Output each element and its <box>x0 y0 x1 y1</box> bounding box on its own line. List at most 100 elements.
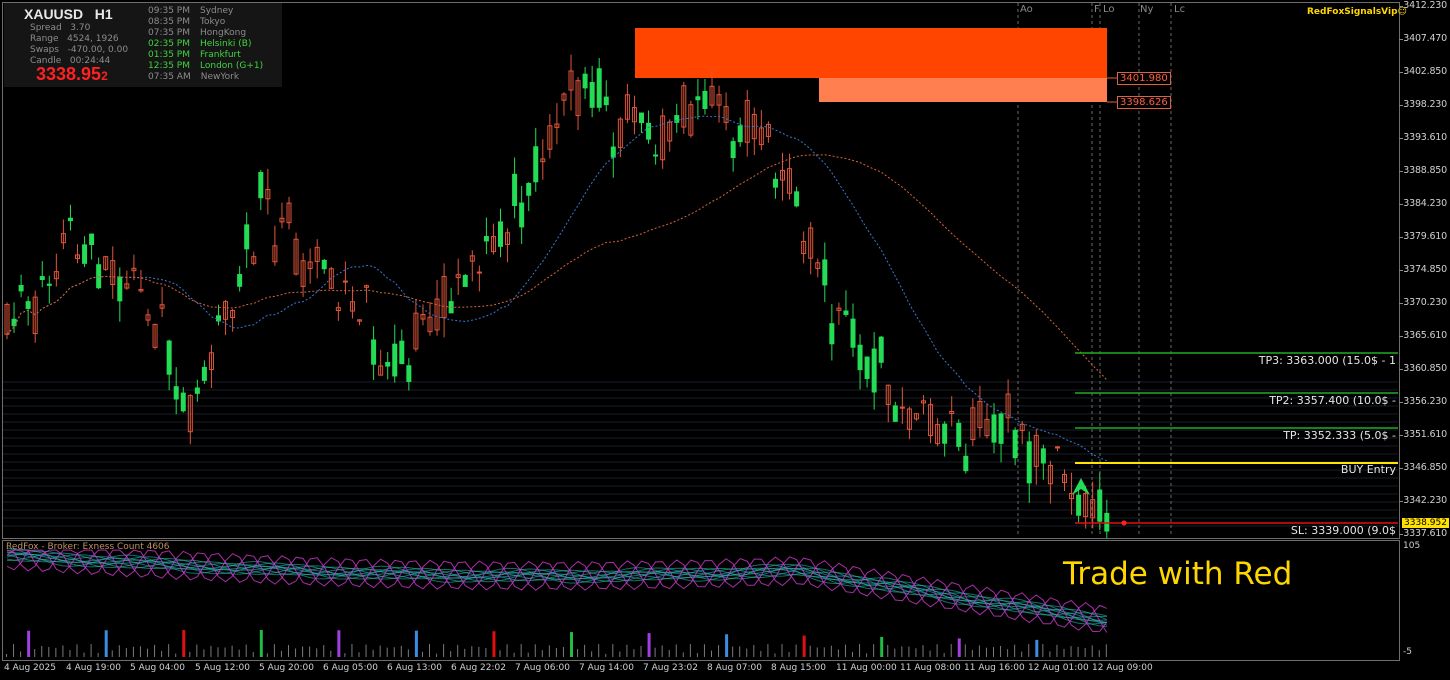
info-row-spread: Spread 3.70 <box>30 23 91 33</box>
time-tick-label: 8 Aug 07:00 <box>707 663 762 673</box>
session-row: 02:35 PM Helsinki (B) <box>148 39 251 49</box>
session-city: Tokyo <box>200 17 226 27</box>
brand-label: RedFoxSignalsVip☺ <box>1307 7 1407 17</box>
session-marker-lo: Lo <box>1103 4 1115 15</box>
indicator-axis-bottom: -5 <box>1403 647 1412 657</box>
session-city: NewYork <box>200 72 240 82</box>
price-tick-mark <box>1399 501 1403 502</box>
time-tick-label: 8 Aug 15:00 <box>771 663 826 673</box>
time-tick-label: 11 Aug 16:00 <box>964 663 1025 673</box>
symbol-title: XAUUSD H1 <box>24 6 113 22</box>
session-row: 07:35 AM NewYork <box>148 72 239 82</box>
session-row: 07:35 PM HongKong <box>148 28 246 38</box>
price-tick-label: 3370.230 <box>1403 297 1447 308</box>
indicator-axis-top: 105 <box>1403 541 1421 551</box>
session-row: 01:35 PM Frankfurt <box>148 50 241 60</box>
price-tick-label: 3351.610 <box>1403 429 1447 440</box>
price-tick-label: 3398.230 <box>1403 99 1447 110</box>
buy-entry-label: BUY Entry <box>1340 463 1396 476</box>
session-marker-f: F <box>1094 4 1100 15</box>
session-time: 09:35 PM <box>148 6 190 16</box>
price-tick-label: 3374.850 <box>1403 264 1447 275</box>
session-row: 12:35 PM London (G+1) <box>148 61 263 71</box>
price-tick-label: 3342.230 <box>1403 495 1447 506</box>
info-row-range: Range 4524, 1926 <box>30 34 119 44</box>
session-time: 07:35 AM <box>148 72 191 82</box>
price-tick-label: 3360.850 <box>1403 363 1447 374</box>
time-tick-label: 6 Aug 22:02 <box>451 663 506 673</box>
smiley-icon: ☺ <box>1397 7 1407 17</box>
price-tick-mark <box>1399 171 1403 172</box>
price-tick-label: 3379.610 <box>1403 231 1447 242</box>
session-marker-lc: Lc <box>1174 4 1186 15</box>
tp1-label: TP: 3352.333 (5.0$ - <box>1283 429 1396 442</box>
time-tick-label: 12 Aug 09:00 <box>1092 663 1153 673</box>
time-tick-label: 11 Aug 08:00 <box>900 663 961 673</box>
time-tick-label: 6 Aug 05:00 <box>323 663 378 673</box>
session-city: Frankfurt <box>200 50 241 60</box>
tp3-label: TP3: 3363.000 (15.0$ - 1 <box>1258 354 1396 367</box>
chart-window: XAUUSD H1 Spread 3.70 Range 4524, 1926 S… <box>0 0 1450 680</box>
price-tick-mark <box>1399 72 1403 73</box>
price-tick-label: 3388.850 <box>1403 165 1447 176</box>
session-time: 01:35 PM <box>148 50 190 60</box>
price-tick-mark <box>1399 534 1403 535</box>
indicator-title: RedFox - Broker: Exness Count 4606 <box>6 542 170 552</box>
time-tick-label: 12 Aug 01:00 <box>1028 663 1089 673</box>
price-tick-mark <box>1399 105 1403 106</box>
session-marker-ao: Ao <box>1020 4 1033 15</box>
supply-zone-lower-label: 3398.626 <box>1117 96 1171 109</box>
session-time: 08:35 PM <box>148 17 190 27</box>
session-city: Sydney <box>200 6 234 16</box>
time-tick-label: 7 Aug 14:00 <box>579 663 634 673</box>
session-city: Helsinki (B) <box>200 39 252 49</box>
time-tick-label: 4 Aug 19:00 <box>66 663 121 673</box>
tagline-text: Trade with Red <box>1063 556 1293 592</box>
tp2-label: TP2: 3357.400 (10.0$ - <box>1269 394 1396 407</box>
session-time: 07:35 PM <box>148 28 190 38</box>
price-tick-mark <box>1399 204 1403 205</box>
session-row: 09:35 PM Sydney <box>148 6 233 16</box>
stop-loss-label: SL: 3339.000 (9.0$ <box>1290 524 1396 537</box>
price-tick-mark <box>1399 237 1403 238</box>
session-row: 08:35 PM Tokyo <box>148 17 225 27</box>
time-tick-label: 4 Aug 2025 <box>4 663 56 673</box>
price-tick-label: 3412.230 <box>1403 0 1447 11</box>
symbol-info-panel: XAUUSD H1 Spread 3.70 Range 4524, 1926 S… <box>4 3 282 87</box>
supply-zone-upper-label: 3401.980 <box>1117 72 1171 85</box>
time-tick-label: 7 Aug 06:00 <box>515 663 570 673</box>
time-tick-label: 5 Aug 20:00 <box>259 663 314 673</box>
session-marker-ny: Ny <box>1140 4 1154 15</box>
time-tick-label: 7 Aug 23:02 <box>643 663 698 673</box>
time-tick-label: 5 Aug 04:00 <box>130 663 185 673</box>
bid-price: 3338.952 <box>36 64 108 84</box>
price-tick-mark <box>1399 39 1403 40</box>
price-tick-label: 3365.610 <box>1403 330 1447 341</box>
info-row-swaps: Swaps -470.00, 0.00 <box>30 45 129 55</box>
price-tick-mark <box>1399 303 1403 304</box>
price-tick-label: 3337.610 <box>1403 528 1447 539</box>
price-tick-mark <box>1399 138 1403 139</box>
price-tick-mark <box>1399 369 1403 370</box>
price-tick-label: 3402.850 <box>1403 66 1447 77</box>
time-axis[interactable]: 4 Aug 2025 4 Aug 19:00 5 Aug 04:00 5 Aug 12… <box>0 660 1450 680</box>
time-tick-label: 6 Aug 13:00 <box>387 663 442 673</box>
session-city: London (G+1) <box>200 61 264 71</box>
price-tick-label: 3393.610 <box>1403 132 1447 143</box>
session-city: HongKong <box>200 28 247 38</box>
session-time: 02:35 PM <box>148 39 190 49</box>
time-tick-label: 11 Aug 00:00 <box>836 663 897 673</box>
price-tick-mark <box>1399 435 1403 436</box>
price-tick-label: 3356.230 <box>1403 396 1447 407</box>
price-tick-mark <box>1399 336 1403 337</box>
price-tick-mark <box>1399 402 1403 403</box>
session-time: 12:35 PM <box>148 61 190 71</box>
price-tick-mark <box>1399 468 1403 469</box>
time-tick-label: 5 Aug 12:00 <box>195 663 250 673</box>
current-price-tag: 3338.952 <box>1402 518 1449 528</box>
price-axis[interactable]: 3412.230 3407.470 3402.850 3398.230 3393.610… <box>1399 0 1450 660</box>
price-tick-label: 3346.850 <box>1403 462 1447 473</box>
price-tick-label: 3384.230 <box>1403 198 1447 209</box>
price-tick-label: 3407.470 <box>1403 33 1447 44</box>
price-tick-mark <box>1399 270 1403 271</box>
